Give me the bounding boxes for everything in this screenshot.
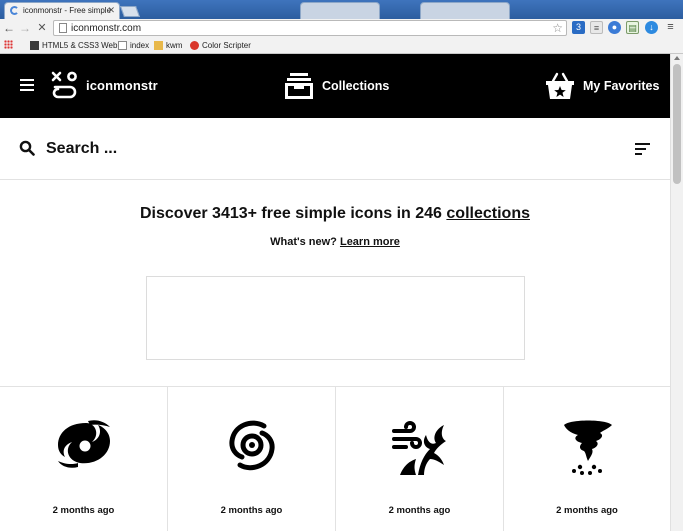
browser-tab-active[interactable]: iconmonstr - Free simple ✕ [4, 2, 120, 19]
nav-collections[interactable]: Collections [284, 68, 389, 104]
hamburger-menu-icon[interactable] [20, 79, 34, 91]
css3-extension-icon[interactable]: 3 [572, 21, 585, 34]
nav-my-favorites[interactable]: My Favorites [545, 68, 659, 104]
checkbox-favicon-icon [30, 41, 39, 50]
color-scripter-favicon-icon [190, 41, 199, 50]
bookmark-label: index [130, 41, 150, 50]
bookmarks-bar: HTML5 & CSS3 Web index kwm Color Scripte… [0, 37, 683, 54]
back-arrow-icon[interactable]: ← [2, 20, 16, 36]
search-input[interactable] [46, 136, 446, 162]
forward-arrow-icon[interactable]: → [18, 20, 32, 36]
filter-sort-icon[interactable] [635, 142, 650, 156]
nav-label: Collections [322, 79, 390, 93]
icon-card[interactable]: 2 months ago [504, 387, 670, 531]
icon-grid: 2 months ago 2 months ago 2 months ago 2… [0, 386, 670, 531]
headline-text: Discover 3413+ free simple icons in 246 [140, 205, 442, 222]
download-icon[interactable]: ↓ [645, 21, 658, 34]
browser-tabstrip: iconmonstr - Free simple ✕ [0, 0, 683, 19]
folder-icon [154, 41, 163, 50]
url-text: iconmonstr.com [71, 23, 142, 34]
ad-placeholder [146, 276, 525, 360]
iconmonstr-logo-icon[interactable] [50, 70, 80, 100]
icon-card[interactable]: 2 months ago [336, 387, 504, 531]
address-bar[interactable]: iconmonstr.com ☆ [53, 20, 567, 36]
bookmark-label: HTML5 & CSS3 Web [42, 41, 118, 50]
new-tab-button[interactable] [119, 6, 141, 17]
brand-name[interactable]: iconmonstr [86, 78, 158, 93]
icon-date: 2 months ago [388, 505, 451, 516]
icon-date: 2 months ago [556, 505, 618, 516]
whats-new-line: What's new? Learn more [0, 236, 670, 248]
extension-icon[interactable]: ● [608, 21, 621, 34]
browser-toolbar: ← → ✕ iconmonstr.com ☆ 3 ≡ ● ▤ ↓ ≡ [0, 19, 683, 37]
search-bar [0, 118, 670, 180]
browser-menu-icon[interactable]: ≡ [664, 21, 677, 34]
bookmark-item[interactable]: HTML5 & CSS3 Web [30, 39, 117, 52]
wind-tree-icon [392, 421, 446, 475]
page-scrollbar[interactable] [670, 54, 683, 531]
bookmark-item[interactable]: Color Scripter [190, 39, 251, 52]
whats-new-text: What's new? [270, 236, 337, 248]
hero-headline: Discover 3413+ free simple icons in 246 … [0, 205, 670, 223]
collections-link[interactable]: collections [446, 205, 530, 222]
icon-date: 2 months ago [220, 505, 283, 516]
bookmark-item[interactable]: index [118, 39, 149, 52]
stop-loading-icon[interactable]: ✕ [35, 20, 49, 36]
collections-icon [285, 73, 313, 99]
nav-label: My Favorites [583, 79, 660, 93]
icon-date: 2 months ago [52, 505, 115, 516]
hurricane-icon [58, 420, 110, 468]
bookmark-label: Color Scripter [202, 41, 251, 50]
scroll-up-arrow-icon[interactable] [674, 56, 680, 60]
learn-more-link[interactable]: Learn more [340, 236, 400, 248]
basket-star-icon [546, 72, 574, 99]
tab-title: iconmonstr - Free simple [23, 6, 112, 15]
scroll-thumb[interactable] [673, 64, 681, 184]
hurricane-outline-icon [229, 420, 275, 471]
browser-tab-background[interactable] [420, 2, 510, 19]
bookmark-star-icon[interactable]: ☆ [552, 21, 563, 35]
bookmark-item[interactable]: kwm [154, 39, 182, 52]
tornado-icon [564, 420, 612, 475]
bookmark-label: kwm [166, 41, 183, 50]
page-icon [59, 23, 67, 33]
apps-grid-icon[interactable] [4, 40, 13, 49]
extension-icon[interactable]: ▤ [626, 21, 639, 34]
search-icon[interactable] [19, 140, 35, 156]
browser-tab-background[interactable] [300, 2, 380, 19]
close-icon[interactable]: ✕ [107, 3, 115, 18]
icon-card[interactable]: 2 months ago [0, 387, 168, 531]
site-header: iconmonstr Collections My Favorites [0, 54, 670, 118]
list-extension-icon[interactable]: ≡ [590, 21, 603, 34]
page-icon [118, 41, 127, 50]
icon-card[interactable]: 2 months ago [168, 387, 336, 531]
loading-spinner-icon [10, 6, 19, 15]
